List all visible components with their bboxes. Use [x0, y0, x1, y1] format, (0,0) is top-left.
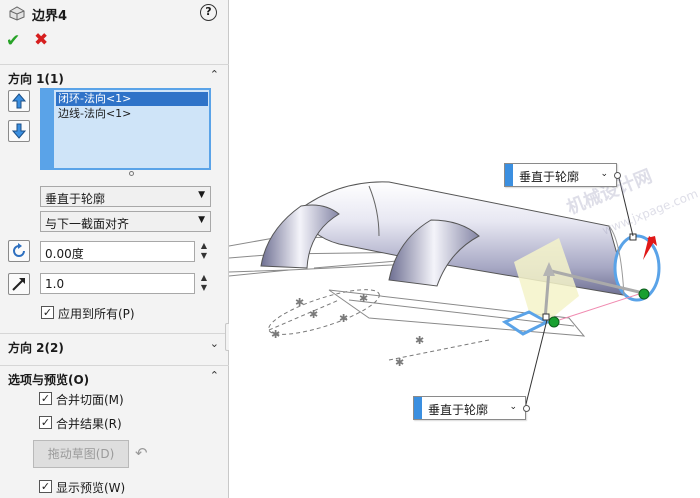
list-item[interactable]: 闭环-法向<1>	[56, 92, 208, 106]
green-handle-icon[interactable]	[548, 316, 560, 328]
chevron-down-icon[interactable]: ⌄	[509, 402, 517, 412]
callout-accent	[505, 164, 513, 186]
move-up-button[interactable]	[8, 90, 30, 112]
chevron-down-icon: ▼	[198, 190, 205, 200]
merge-result-checkbox[interactable]: ✓	[39, 416, 52, 429]
tangent-length-icon[interactable]	[8, 273, 30, 295]
callout-bottom[interactable]: 垂直于轮廓 ⌄	[413, 396, 530, 420]
svg-text:✱: ✱	[395, 356, 404, 369]
angle-input[interactable]: 0.00度	[40, 241, 195, 262]
model-canvas[interactable]: ✱ ✱ ✱ ✱ ✱ ✱ ✱	[229, 0, 700, 498]
alignment-value: 与下一截面对齐	[45, 217, 130, 231]
tangent-length-value: 1.0	[45, 277, 65, 291]
chevron-down-icon: ▼	[198, 215, 205, 225]
green-handle-icon[interactable]	[638, 288, 650, 300]
tangency-type-value: 垂直于轮廓	[45, 192, 106, 206]
property-manager-panel: 边界4 ? ✔ ✖ 方向 1(1) ⌃ 闭环-法向<1> 边线-法向<1> 垂直…	[0, 0, 229, 498]
direction2-section-header[interactable]: 方向 2(2) ⌄	[0, 333, 229, 355]
arrow-up-icon	[12, 93, 26, 109]
show-preview-checkbox[interactable]: ✓	[39, 480, 52, 493]
svg-text:✱: ✱	[339, 312, 348, 325]
svg-text:✱: ✱	[295, 296, 304, 309]
apply-all-checkbox[interactable]: ✓	[41, 306, 54, 319]
tangent-length-spinner[interactable]: ▲ ▼	[198, 273, 210, 294]
draft-angle-icon[interactable]	[8, 240, 30, 262]
direction1-header-label: 方向 1(1)	[8, 72, 64, 86]
alignment-select[interactable]: 与下一截面对齐 ▼	[40, 211, 211, 232]
handle-square[interactable]	[542, 313, 550, 321]
list-resize-handle[interactable]	[129, 171, 134, 176]
boundary-feature-icon	[9, 6, 25, 21]
direction1-section-header[interactable]: 方向 1(1) ⌃	[0, 64, 229, 86]
profile-selection-list[interactable]: 闭环-法向<1> 边线-法向<1>	[40, 88, 211, 170]
callout-knob[interactable]	[614, 172, 621, 179]
svg-text:✱: ✱	[415, 334, 424, 347]
chevron-down-icon[interactable]: ⌄	[210, 337, 219, 350]
list-accent-strip	[42, 90, 54, 168]
options-section-header[interactable]: 选项与预览(O) ⌃	[0, 365, 229, 387]
move-down-button[interactable]	[8, 120, 30, 142]
list-item[interactable]: 边线-法向<1>	[56, 107, 208, 121]
callout-accent	[414, 397, 422, 419]
merge-tangent-faces-label: 合并切面(M)	[56, 393, 124, 407]
leader-line-bottom	[524, 319, 548, 409]
merge-tangent-faces-checkbox[interactable]: ✓	[39, 392, 52, 405]
confirm-bar: ✔ ✖	[0, 30, 229, 54]
svg-text:✱: ✱	[271, 328, 280, 341]
panel-header: 边界4 ?	[0, 0, 229, 28]
svg-text:✱: ✱	[359, 292, 368, 305]
apply-all-label: 应用到所有(P)	[58, 307, 135, 321]
help-icon[interactable]: ?	[200, 4, 217, 21]
feature-title: 边界4	[32, 9, 68, 24]
chevron-up-icon[interactable]: ⌃	[210, 68, 219, 81]
angle-spinner[interactable]: ▲ ▼	[198, 241, 210, 262]
options-header-label: 选项与预览(O)	[8, 373, 90, 387]
tangency-type-select[interactable]: 垂直于轮廓 ▼	[40, 186, 211, 207]
length-arrow-icon	[12, 278, 25, 291]
callout-top[interactable]: 垂直于轮廓 ⌄	[504, 163, 621, 187]
undo-icon[interactable]: ↶	[135, 444, 148, 462]
construction-lines	[268, 289, 490, 361]
show-preview-label: 显示预览(W)	[56, 481, 126, 495]
drag-sketch-button[interactable]: 拖动草图(D)	[33, 440, 129, 468]
angle-input-value: 0.00度	[45, 247, 84, 261]
tangent-length-input[interactable]: 1.0	[40, 273, 195, 294]
direction2-header-label: 方向 2(2)	[8, 341, 64, 355]
checkmark-icon[interactable]: ✔	[6, 31, 20, 51]
callout-top-label: 垂直于轮廓	[519, 170, 580, 184]
svg-text:✱: ✱	[309, 308, 318, 321]
rotate-icon	[13, 243, 25, 257]
callout-bottom-label: 垂直于轮廓	[428, 403, 489, 417]
callout-knob[interactable]	[523, 405, 530, 412]
graphics-viewport[interactable]: ✱ ✱ ✱ ✱ ✱ ✱ ✱ 机械设计网 www.jxpage.com 垂直于轮廓…	[229, 0, 700, 498]
merge-result-label: 合并结果(R)	[56, 417, 122, 431]
arrow-down-icon	[12, 123, 26, 139]
cancel-x-icon[interactable]: ✖	[34, 30, 48, 50]
chevron-up-icon[interactable]: ⌃	[210, 369, 219, 382]
chevron-down-icon[interactable]: ⌄	[600, 169, 608, 179]
